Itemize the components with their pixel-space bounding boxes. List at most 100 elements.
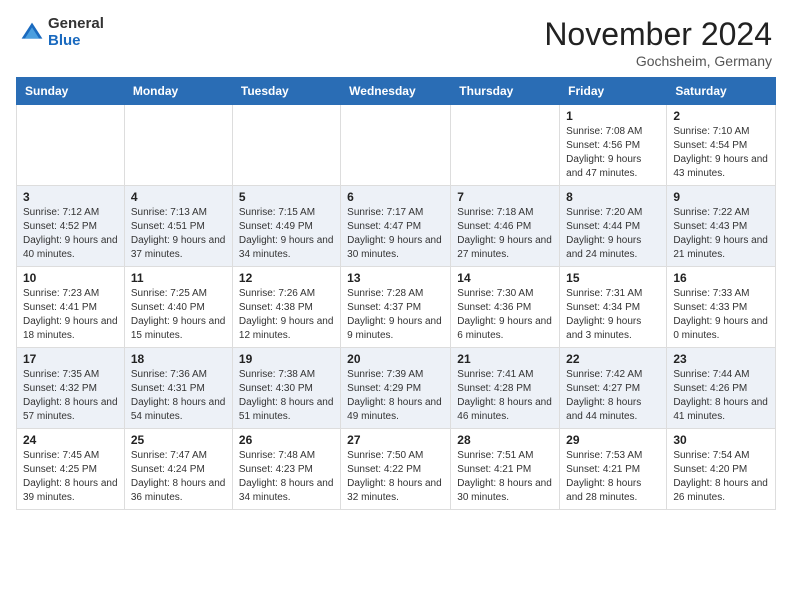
- day-info: Sunrise: 7:15 AM Sunset: 4:49 PM Dayligh…: [239, 206, 334, 262]
- day-info: Sunrise: 7:54 AM Sunset: 4:20 PM Dayligh…: [673, 449, 769, 505]
- table-row: 18 Sunrise: 7:36 AM Sunset: 4:31 PM Dayli…: [124, 348, 232, 429]
- day-number: 16: [673, 271, 769, 285]
- day-info: Sunrise: 7:47 AM Sunset: 4:24 PM Dayligh…: [131, 449, 226, 505]
- day-number: 23: [673, 352, 769, 366]
- day-info: Sunrise: 7:25 AM Sunset: 4:40 PM Dayligh…: [131, 287, 226, 343]
- table-row: [451, 105, 560, 186]
- day-number: 1: [566, 109, 660, 123]
- day-number: 30: [673, 433, 769, 447]
- day-info: Sunrise: 7:51 AM Sunset: 4:21 PM Dayligh…: [457, 449, 553, 505]
- table-row: 1 Sunrise: 7:08 AM Sunset: 4:56 PM Daylig…: [560, 105, 667, 186]
- day-info: Sunrise: 7:10 AM Sunset: 4:54 PM Dayligh…: [673, 125, 769, 181]
- day-number: 20: [347, 352, 444, 366]
- day-number: 10: [23, 271, 118, 285]
- day-info: Sunrise: 7:39 AM Sunset: 4:29 PM Dayligh…: [347, 368, 444, 424]
- day-number: 24: [23, 433, 118, 447]
- table-row: 6 Sunrise: 7:17 AM Sunset: 4:47 PM Daylig…: [341, 186, 451, 267]
- day-info: Sunrise: 7:45 AM Sunset: 4:25 PM Dayligh…: [23, 449, 118, 505]
- table-row: 4Sunrise: 7:13 AM Sunset: 4:51 PM Daylig…: [124, 186, 232, 267]
- header-sunday: Sunday: [17, 78, 125, 105]
- day-number: 29: [566, 433, 660, 447]
- table-row: 8 Sunrise: 7:20 AM Sunset: 4:44 PM Daylig…: [560, 186, 667, 267]
- header-wednesday: Wednesday: [341, 78, 451, 105]
- month-title: November 2024: [544, 16, 772, 53]
- day-info: Sunrise: 7:28 AM Sunset: 4:37 PM Dayligh…: [347, 287, 444, 343]
- day-number: 27: [347, 433, 444, 447]
- day-number: 25: [131, 433, 226, 447]
- table-row: 20 Sunrise: 7:39 AM Sunset: 4:29 PM Dayli…: [341, 348, 451, 429]
- table-row: 14Sunrise: 7:30 AM Sunset: 4:36 PM Dayli…: [451, 267, 560, 348]
- day-info: Sunrise: 7:18 AM Sunset: 4:46 PM Dayligh…: [457, 206, 553, 262]
- header-tuesday: Tuesday: [232, 78, 340, 105]
- logo: General Blue: [20, 16, 104, 49]
- day-number: 21: [457, 352, 553, 366]
- calendar-table: Sunday Monday Tuesday Wednesday Thursday…: [16, 77, 776, 510]
- calendar-header-row: Sunday Monday Tuesday Wednesday Thursday…: [17, 78, 776, 105]
- day-info: Sunrise: 7:36 AM Sunset: 4:31 PM Dayligh…: [131, 368, 226, 424]
- day-number: 6: [347, 190, 444, 204]
- table-row: 21 Sunrise: 7:41 AM Sunset: 4:28 PM Dayli…: [451, 348, 560, 429]
- day-info: Sunrise: 7:42 AM Sunset: 4:27 PM Dayligh…: [566, 368, 660, 424]
- header-friday: Friday: [560, 78, 667, 105]
- day-number: 3: [23, 190, 118, 204]
- table-row: 16Sunrise: 7:33 AM Sunset: 4:33 PM Dayli…: [667, 267, 776, 348]
- table-row: 22 Sunrise: 7:42 AM Sunset: 4:27 PM Dayli…: [560, 348, 667, 429]
- header-monday: Monday: [124, 78, 232, 105]
- calendar-week-row: 1 Sunrise: 7:08 AM Sunset: 4:56 PM Daylig…: [17, 105, 776, 186]
- calendar-week-row: 3 Sunrise: 7:12 AM Sunset: 4:52 PM Daylig…: [17, 186, 776, 267]
- day-info: Sunrise: 7:38 AM Sunset: 4:30 PM Dayligh…: [239, 368, 334, 424]
- day-info: Sunrise: 7:44 AM Sunset: 4:26 PM Dayligh…: [673, 368, 769, 424]
- logo-blue: Blue: [48, 33, 104, 50]
- day-number: 2: [673, 109, 769, 123]
- day-info: Sunrise: 7:41 AM Sunset: 4:28 PM Dayligh…: [457, 368, 553, 424]
- day-info: Sunrise: 7:53 AM Sunset: 4:21 PM Dayligh…: [566, 449, 660, 505]
- day-info: Sunrise: 7:08 AM Sunset: 4:56 PM Dayligh…: [566, 125, 660, 181]
- calendar-week-row: 24 Sunrise: 7:45 AM Sunset: 4:25 PM Dayli…: [17, 429, 776, 510]
- day-number: 13: [347, 271, 444, 285]
- day-info: Sunrise: 7:17 AM Sunset: 4:47 PM Dayligh…: [347, 206, 444, 262]
- day-number: 14: [457, 271, 553, 285]
- day-number: 19: [239, 352, 334, 366]
- day-info: Sunrise: 7:20 AM Sunset: 4:44 PM Dayligh…: [566, 206, 660, 262]
- day-info: Sunrise: 7:12 AM Sunset: 4:52 PM Dayligh…: [23, 206, 118, 262]
- day-info: Sunrise: 7:35 AM Sunset: 4:32 PM Dayligh…: [23, 368, 118, 424]
- table-row: 5 Sunrise: 7:15 AM Sunset: 4:49 PM Daylig…: [232, 186, 340, 267]
- day-number: 18: [131, 352, 226, 366]
- table-row: 13 Sunrise: 7:28 AM Sunset: 4:37 PM Dayli…: [341, 267, 451, 348]
- table-row: 7Sunrise: 7:18 AM Sunset: 4:46 PM Daylig…: [451, 186, 560, 267]
- day-info: Sunrise: 7:22 AM Sunset: 4:43 PM Dayligh…: [673, 206, 769, 262]
- calendar-wrapper: Sunday Monday Tuesday Wednesday Thursday…: [0, 77, 792, 518]
- day-number: 28: [457, 433, 553, 447]
- day-info: Sunrise: 7:31 AM Sunset: 4:34 PM Dayligh…: [566, 287, 660, 343]
- title-block: November 2024 Gochsheim, Germany: [544, 16, 772, 69]
- table-row: [17, 105, 125, 186]
- day-number: 17: [23, 352, 118, 366]
- table-row: 29 Sunrise: 7:53 AM Sunset: 4:21 PM Dayli…: [560, 429, 667, 510]
- day-number: 8: [566, 190, 660, 204]
- calendar-week-row: 10 Sunrise: 7:23 AM Sunset: 4:41 PM Dayli…: [17, 267, 776, 348]
- day-number: 4: [131, 190, 226, 204]
- header-thursday: Thursday: [451, 78, 560, 105]
- table-row: 24 Sunrise: 7:45 AM Sunset: 4:25 PM Dayli…: [17, 429, 125, 510]
- table-row: 2 Sunrise: 7:10 AM Sunset: 4:54 PM Daylig…: [667, 105, 776, 186]
- day-number: 9: [673, 190, 769, 204]
- logo-text: General Blue: [48, 16, 104, 49]
- table-row: 9 Sunrise: 7:22 AM Sunset: 4:43 PM Daylig…: [667, 186, 776, 267]
- table-row: 19 Sunrise: 7:38 AM Sunset: 4:30 PM Dayli…: [232, 348, 340, 429]
- logo-icon: [20, 21, 44, 45]
- table-row: 12Sunrise: 7:26 AM Sunset: 4:38 PM Dayli…: [232, 267, 340, 348]
- day-info: Sunrise: 7:50 AM Sunset: 4:22 PM Dayligh…: [347, 449, 444, 505]
- day-number: 22: [566, 352, 660, 366]
- day-info: Sunrise: 7:48 AM Sunset: 4:23 PM Dayligh…: [239, 449, 334, 505]
- table-row: [232, 105, 340, 186]
- page-header: General Blue November 2024 Gochsheim, Ge…: [0, 0, 792, 77]
- table-row: 25 Sunrise: 7:47 AM Sunset: 4:24 PM Dayli…: [124, 429, 232, 510]
- day-number: 15: [566, 271, 660, 285]
- day-info: Sunrise: 7:23 AM Sunset: 4:41 PM Dayligh…: [23, 287, 118, 343]
- table-row: [124, 105, 232, 186]
- day-info: Sunrise: 7:26 AM Sunset: 4:38 PM Dayligh…: [239, 287, 334, 343]
- table-row: 3 Sunrise: 7:12 AM Sunset: 4:52 PM Daylig…: [17, 186, 125, 267]
- day-number: 5: [239, 190, 334, 204]
- table-row: 26Sunrise: 7:48 AM Sunset: 4:23 PM Dayli…: [232, 429, 340, 510]
- table-row: 27 Sunrise: 7:50 AM Sunset: 4:22 PM Dayli…: [341, 429, 451, 510]
